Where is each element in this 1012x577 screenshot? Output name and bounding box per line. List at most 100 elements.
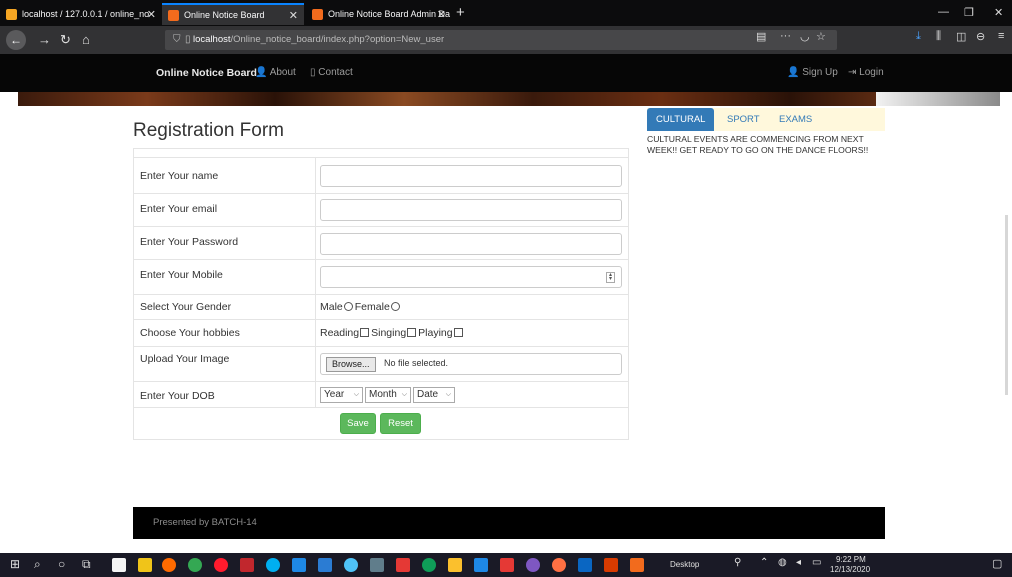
new-tab-plus-icon[interactable]: + [456, 4, 465, 21]
forward-arrow-icon[interactable]: → [38, 32, 51, 48]
notice-content: CULTURAL EVENTS ARE COMMENCING FROM NEXT… [647, 134, 869, 155]
site-brand[interactable]: Online Notice Board [156, 67, 257, 79]
close-icon[interactable]: ✕ [147, 8, 156, 21]
column-divider [315, 194, 316, 226]
nav-login-label: Login [859, 67, 884, 78]
email-label: Enter Your email [140, 203, 218, 215]
app-icon[interactable] [500, 558, 514, 572]
male-label: Male [320, 301, 343, 313]
task-view-icon[interactable]: ⧉ [82, 557, 91, 572]
nav-login-link[interactable]: ⇥ Login [848, 67, 884, 78]
reading-checkbox[interactable] [360, 328, 370, 337]
nav-about-link[interactable]: 👤 About [255, 67, 296, 78]
password-input[interactable] [320, 233, 622, 255]
playing-checkbox[interactable] [453, 328, 463, 337]
tab-cultural[interactable]: CULTURAL [647, 108, 715, 131]
app-icon[interactable] [474, 558, 488, 572]
app-icon[interactable] [344, 558, 358, 572]
form-row-gender: Select Your Gender Male Female [134, 294, 628, 319]
search-icon[interactable]: ⌕ [34, 557, 41, 572]
bookmark-star-icon[interactable]: ☆ [816, 30, 826, 43]
office-icon[interactable] [604, 558, 618, 572]
account-icon[interactable]: ⊖ [976, 30, 985, 43]
browse-button[interactable]: Browse... [326, 357, 376, 372]
tab-sport[interactable]: SPORT [727, 108, 760, 131]
male-radio[interactable] [343, 302, 353, 311]
notifications-icon[interactable]: ▢ [992, 557, 1002, 570]
menu-hamburger-icon[interactable]: ≡ [998, 30, 1004, 42]
camera-icon[interactable] [370, 558, 384, 572]
network-icon[interactable]: ◍ [778, 557, 787, 568]
app-icon[interactable] [552, 558, 566, 572]
file-explorer-icon[interactable] [138, 558, 152, 572]
xampp-icon[interactable] [630, 558, 644, 572]
address-bar[interactable]: ⛉ ▯ localhost/Online_notice_board/index.… [165, 30, 837, 50]
mobile-label: Enter Your Mobile [140, 269, 223, 281]
linkedin-icon[interactable] [578, 558, 592, 572]
app-icon[interactable] [396, 558, 410, 572]
reload-icon[interactable]: ↻ [60, 32, 71, 48]
close-icon[interactable]: ✕ [289, 9, 298, 22]
page-info-icon[interactable]: ▯ [185, 30, 191, 50]
app-icon[interactable] [526, 558, 540, 572]
nav-contact-label: Contact [318, 67, 353, 78]
number-spinner-icon[interactable]: ▴ ▾ [606, 272, 615, 283]
reset-button[interactable]: Reset [380, 413, 421, 434]
date-select-value: Date [417, 389, 439, 400]
save-button[interactable]: Save [340, 413, 376, 434]
close-icon[interactable]: ✕ [437, 8, 446, 21]
minimize-icon[interactable]: — [938, 6, 949, 18]
tab-phpmyadmin[interactable]: localhost / 127.0.0.1 / online_no ✕ [0, 3, 162, 25]
header-banner-image [18, 92, 876, 106]
name-input[interactable] [320, 165, 622, 187]
restore-icon[interactable]: ❐ [964, 6, 974, 19]
image-file-input: Browse... No file selected. [320, 353, 622, 375]
firefox-icon[interactable] [162, 558, 176, 572]
footer-text: Presented by BATCH-14 [153, 517, 257, 528]
edge-icon[interactable] [422, 558, 436, 572]
nav-signup-link[interactable]: 👤 Sign Up [787, 67, 838, 78]
app-icon[interactable] [318, 558, 332, 572]
mobile-number-input[interactable]: ▴ ▾ [320, 266, 622, 288]
female-radio[interactable] [390, 302, 400, 311]
singing-checkbox[interactable] [407, 328, 417, 337]
pocket-icon[interactable]: ◡ [800, 30, 810, 43]
filezilla-icon[interactable] [240, 558, 254, 572]
clock-date[interactable]: 12/13/2020 [830, 565, 870, 574]
library-icon[interactable]: ⫼ [936, 30, 941, 43]
desktop-toolbar-label[interactable]: Desktop [670, 560, 699, 569]
volume-icon[interactable]: ◂ [796, 557, 801, 568]
date-select[interactable]: Date ⌵ [413, 387, 455, 403]
month-select[interactable]: Month ⌵ [365, 387, 411, 403]
opera-icon[interactable] [214, 558, 228, 572]
home-icon[interactable]: ⌂ [82, 32, 90, 48]
site-footer: Presented by BATCH-14 [133, 507, 885, 539]
chevron-up-icon[interactable]: ⌃ [760, 557, 768, 568]
photos-icon[interactable] [292, 558, 306, 572]
tab-exams[interactable]: EXAMS [779, 108, 812, 131]
cortana-icon[interactable]: ○ [58, 557, 65, 571]
sidebar-icon[interactable]: ◫ [956, 30, 966, 43]
nav-contact-link[interactable]: ▯ Contact [310, 67, 353, 78]
window-close-icon[interactable]: ✕ [994, 6, 1003, 19]
clock-time[interactable]: 9:22 PM [836, 555, 866, 564]
keyboard-icon[interactable]: ▭ [812, 557, 821, 568]
sublime-text-icon[interactable] [448, 558, 462, 572]
windows-start-icon[interactable]: ⊞ [10, 557, 20, 571]
reader-view-icon[interactable]: ▤ [756, 30, 766, 43]
back-arrow-icon[interactable]: ← [6, 30, 26, 50]
tab-title: Online Notice Board Admin Da [328, 9, 451, 19]
email-input[interactable] [320, 199, 622, 221]
page-actions-icon[interactable]: ··· [780, 30, 791, 42]
url-host: localhost [193, 34, 231, 45]
tab-admin-dashboard[interactable]: Online Notice Board Admin Da ✕ [306, 3, 452, 25]
tab-online-notice-board[interactable]: Online Notice Board ✕ [162, 3, 304, 25]
store-icon[interactable] [112, 558, 126, 572]
login-icon: ⇥ [848, 67, 857, 78]
download-icon[interactable]: ⤓ [916, 30, 921, 43]
skype-icon[interactable] [266, 558, 280, 572]
people-icon[interactable]: ⚲ [734, 557, 741, 568]
year-select[interactable]: Year ⌵ [320, 387, 363, 403]
chrome-icon[interactable] [188, 558, 202, 572]
page-scrollbar[interactable] [1005, 215, 1008, 395]
